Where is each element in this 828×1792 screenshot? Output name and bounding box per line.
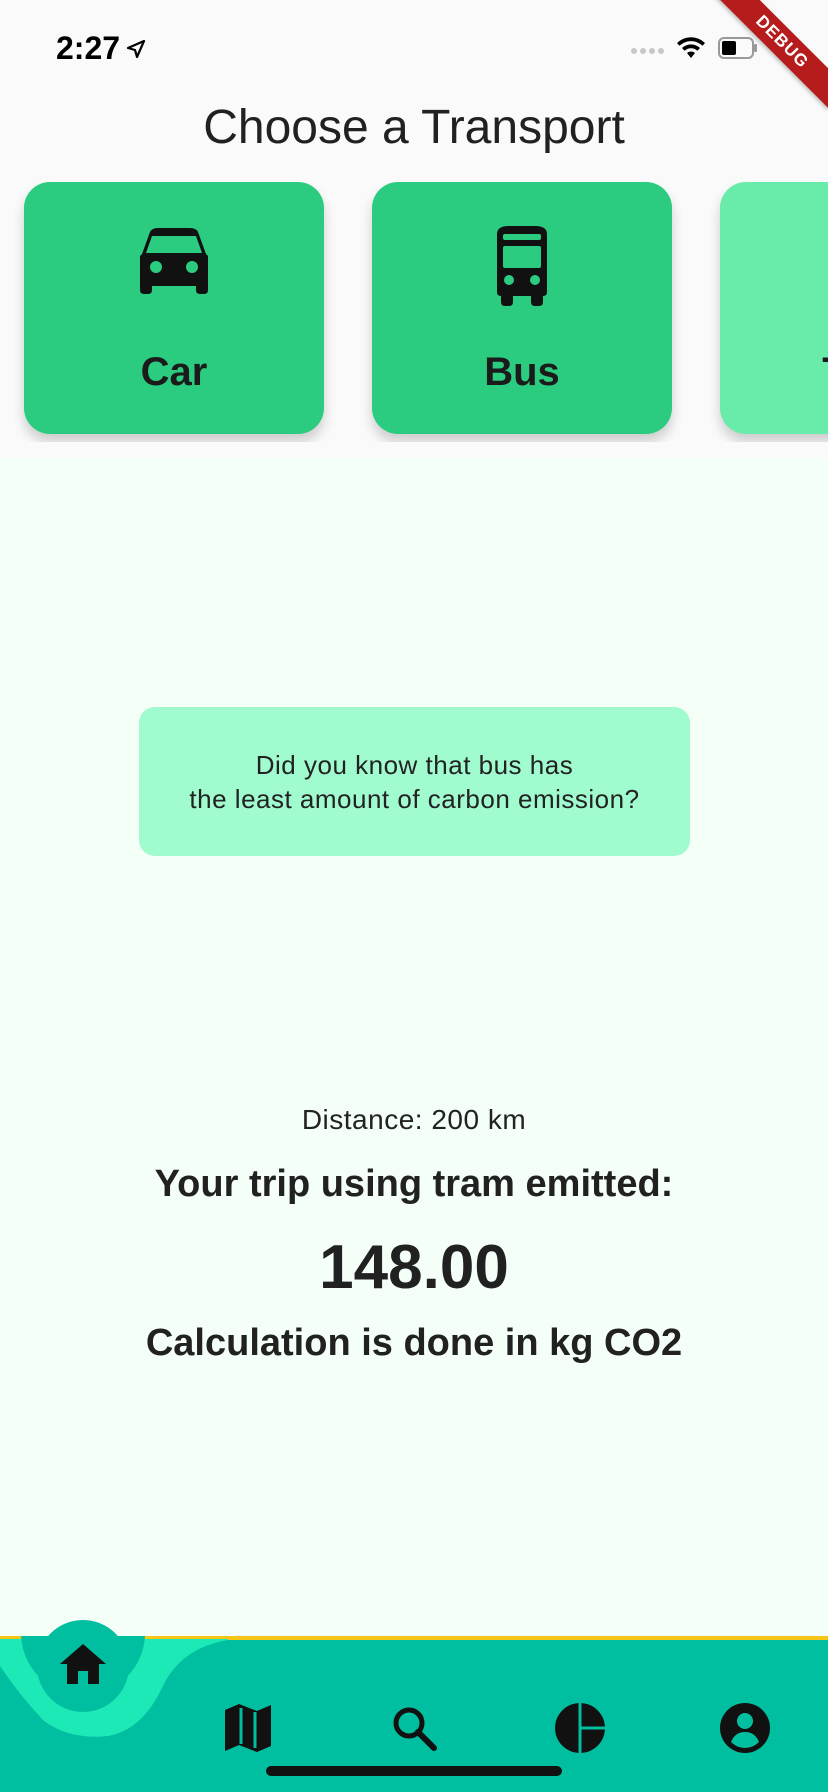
account-circle-icon: [719, 1702, 771, 1759]
status-time-text: 2:27: [56, 30, 121, 66]
bus-icon: [372, 226, 672, 306]
emission-value: 148.00: [319, 1233, 509, 1302]
nav-item-map[interactable]: [208, 1690, 288, 1770]
home-icon: [60, 1643, 106, 1689]
transport-card-tram[interactable]: Tram: [720, 182, 828, 434]
transport-card-car[interactable]: Car: [24, 182, 324, 434]
cellular-signal-icon: [631, 47, 664, 54]
fun-fact-line-2: the least amount of carbon emission?: [189, 783, 640, 814]
transport-card-label: Bus: [484, 350, 560, 394]
unit-note: Calculation is done in kg CO2: [145, 1322, 683, 1364]
page-title: Choose a Transport: [203, 101, 625, 154]
nav-item-profile[interactable]: [705, 1690, 785, 1770]
fun-fact-line-1: Did you know that bus has: [255, 749, 574, 780]
distance-text: Distance: 200 km: [301, 1104, 527, 1135]
search-icon: [391, 1705, 437, 1756]
car-icon: [24, 226, 324, 296]
map-icon: [225, 1703, 271, 1757]
nav-item-stats[interactable]: [540, 1690, 620, 1770]
status-bar: 2:27: [0, 0, 828, 96]
nav-item-search[interactable]: [374, 1690, 454, 1770]
transport-card-label: Car: [140, 350, 208, 394]
fun-fact-card: Did you know that bus has the least amou…: [139, 707, 690, 856]
status-icons: [631, 36, 758, 65]
transport-carousel[interactable]: Car Bus Tram: [0, 182, 828, 442]
pie-chart-icon: [554, 1702, 606, 1759]
home-indicator: [266, 1766, 562, 1776]
wifi-icon: [676, 36, 706, 65]
status-time: 2:27: [56, 30, 146, 67]
nav-item-home[interactable]: [37, 1620, 129, 1712]
location-arrow-icon: [126, 30, 146, 67]
transport-card-label: Tram: [720, 350, 828, 395]
trip-emission-label: Your trip using tram emitted:: [154, 1163, 674, 1205]
battery-icon: [718, 37, 758, 64]
transport-card-bus[interactable]: Bus: [372, 182, 672, 434]
